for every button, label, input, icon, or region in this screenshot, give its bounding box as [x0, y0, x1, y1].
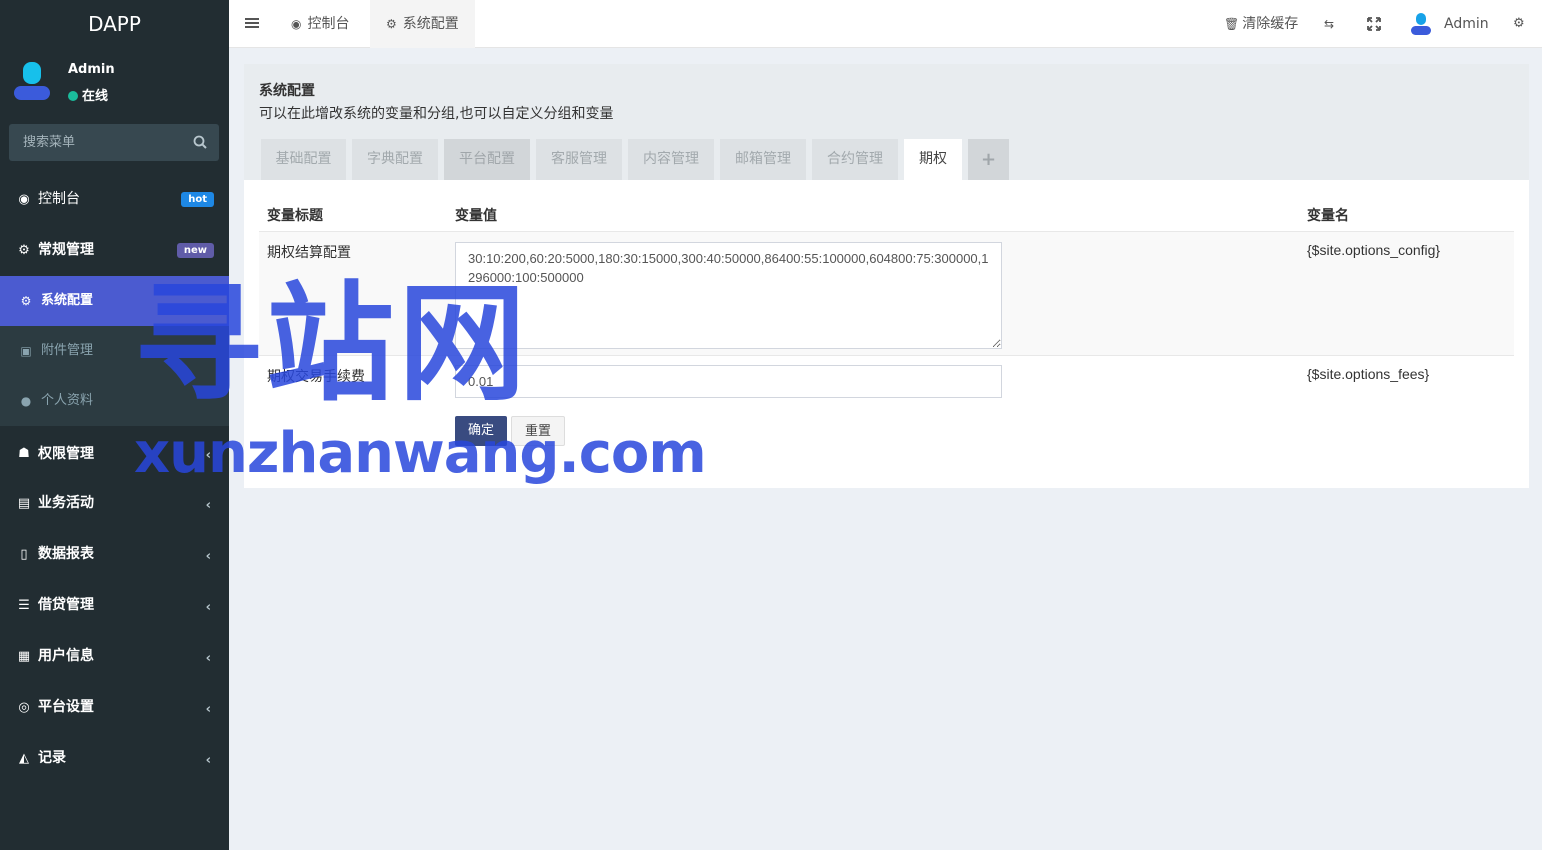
sidebar-item-platform[interactable]: ◎ 平台设置 ‹ — [0, 682, 229, 733]
reset-button[interactable]: 重置 — [511, 416, 566, 446]
address-book-icon: ▦ — [17, 649, 31, 664]
sidebar-item-permissions[interactable]: ☗ 权限管理 ‹ — [0, 426, 229, 478]
list-icon: ☰ — [18, 598, 30, 613]
tab-dashboard[interactable]: ◉ 控制台 — [275, 0, 365, 48]
cogs-icon[interactable]: ⚙ — [1513, 0, 1525, 48]
gear-icon: ⚙ — [20, 294, 32, 308]
tab-platform[interactable]: 平台配置 — [444, 139, 530, 180]
file-icon: ▯ — [20, 547, 28, 562]
user-status: 在线 — [68, 85, 108, 104]
sidebar-menu: ◉ 控制台 hot ⚙ 常规管理 new ⚙ 系统配置 ▣ 附件管理 ● 个人资料 ☗… — [0, 174, 229, 784]
user-icon: ● — [20, 394, 32, 408]
chevron-left-icon: ‹ — [205, 753, 211, 768]
sidebar-item-general[interactable]: ⚙ 常规管理 new — [0, 225, 229, 276]
tab-dictionary[interactable]: 字典配置 — [352, 139, 438, 180]
panel-description: 可以在此增改系统的变量和分组,也可以自定义分组和变量 — [259, 106, 614, 122]
tab-customer-service[interactable]: 客服管理 — [536, 139, 622, 180]
user-panel: Admin 在线 — [0, 48, 229, 120]
panel-header: 系统配置 可以在此增改系统的变量和分组,也可以自定义分组和变量 基础配置 字典配… — [244, 64, 1529, 180]
header-admin-name[interactable]: Admin — [1444, 0, 1489, 48]
options-config-textarea[interactable]: 30:10:200,60:20:5000,180:30:15000,300:40… — [455, 242, 1002, 349]
newspaper-icon: ▤ — [17, 496, 31, 511]
target-icon: ◎ — [18, 700, 30, 715]
sidebar-item-dashboard[interactable]: ◉ 控制台 hot — [0, 174, 229, 225]
row-title: 期权结算配置 — [267, 245, 351, 261]
chevron-left-icon: ‹ — [205, 651, 211, 666]
column-header-value: 变量值 — [455, 208, 497, 224]
clear-cache-button[interactable]: 🗑 清除缓存 — [1224, 0, 1298, 48]
group-icon: ☗ — [18, 446, 30, 461]
brand-logo[interactable]: DAPP — [0, 0, 229, 48]
chevron-left-icon: ‹ — [205, 498, 211, 513]
user-name: Admin — [68, 62, 115, 77]
row-variable-name: {$site.options_config} — [1307, 242, 1441, 258]
fullscreen-icon[interactable] — [1367, 17, 1381, 31]
sidebar: DAPP Admin 在线 ◉ 控制台 hot ⚙ 常规管理 new ⚙系统配置… — [0, 0, 229, 850]
add-tab-button[interactable]: + — [968, 139, 1009, 180]
sidebar-item-attachments[interactable]: ▣ 附件管理 — [0, 326, 229, 376]
sidebar-item-users[interactable]: ▦ 用户信息 ‹ — [0, 631, 229, 682]
top-header: ◉ 控制台 ⚙ 系统配置 🗑 清除缓存 ⇆ Admin ⚙ — [229, 0, 1542, 48]
chevron-left-icon: ‹ — [205, 600, 211, 615]
sidebar-item-system-config[interactable]: ⚙ 系统配置 — [0, 276, 229, 326]
cogs-icon: ⚙ — [18, 243, 30, 258]
sidebar-item-reports[interactable]: ▯ 数据报表 ‹ — [0, 529, 229, 580]
tab-email[interactable]: 邮箱管理 — [720, 139, 806, 180]
sidebar-item-loans[interactable]: ☰ 借贷管理 ‹ — [0, 580, 229, 631]
table-row: 期权交易手续费 {$site.options_fees} — [259, 355, 1514, 406]
sidebar-item-records[interactable]: ◭ 记录 ‹ — [0, 733, 229, 784]
dashboard-icon: ◉ — [18, 192, 30, 207]
sidebar-item-profile[interactable]: ● 个人资料 — [0, 376, 229, 426]
panel-title: 系统配置 — [259, 83, 315, 99]
dashboard-icon: ◉ — [291, 17, 302, 31]
header-avatar[interactable] — [1411, 13, 1431, 35]
table-row: 期权结算配置 30:10:200,60:20:5000,180:30:15000… — [259, 231, 1514, 355]
column-header-name: 变量名 — [1307, 208, 1349, 224]
tab-contract[interactable]: 合约管理 — [812, 139, 898, 180]
tab-basic[interactable]: 基础配置 — [261, 139, 346, 180]
menu-toggle-icon[interactable] — [245, 16, 259, 30]
column-header-title: 变量标题 — [267, 208, 323, 224]
row-title: 期权交易手续费 — [267, 369, 365, 385]
options-fees-input[interactable] — [455, 365, 1002, 398]
online-dot-icon — [68, 91, 78, 101]
tab-options[interactable]: 期权 — [904, 139, 962, 180]
hot-badge: hot — [181, 192, 214, 207]
gear-icon: ⚙ — [386, 17, 397, 31]
search-icon[interactable] — [193, 135, 207, 149]
chevron-left-icon: ‹ — [205, 549, 211, 564]
chevron-left-icon: ‹ — [205, 448, 211, 463]
avatar — [14, 62, 50, 100]
sidebar-item-activities[interactable]: ▤ 业务活动 ‹ — [0, 478, 229, 529]
translate-icon[interactable]: ⇆ — [1324, 0, 1334, 48]
search-input[interactable] — [9, 124, 219, 161]
new-badge: new — [176, 243, 214, 258]
tab-system-config[interactable]: ⚙ 系统配置 — [370, 0, 475, 48]
tab-content[interactable]: 内容管理 — [628, 139, 714, 180]
sidebar-search — [9, 124, 219, 161]
trash-icon: 🗑 — [1224, 17, 1240, 31]
row-variable-name: {$site.options_fees} — [1307, 366, 1430, 382]
image-icon: ▣ — [20, 344, 32, 358]
general-submenu: ⚙ 系统配置 ▣ 附件管理 ● 个人资料 — [0, 276, 229, 426]
area-chart-icon: ◭ — [19, 751, 29, 766]
confirm-button[interactable]: 确定 — [455, 416, 508, 446]
chevron-left-icon: ‹ — [205, 702, 211, 717]
